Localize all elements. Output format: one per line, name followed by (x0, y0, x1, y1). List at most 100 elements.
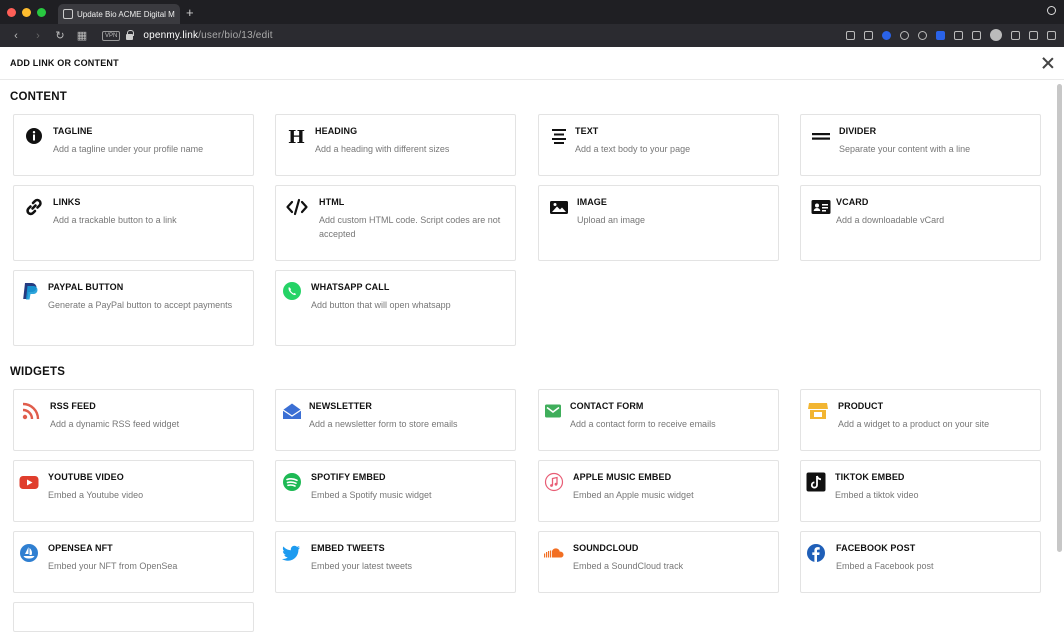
card-title: YOUTUBE VIDEO (48, 472, 124, 482)
close-icon[interactable] (1042, 57, 1054, 69)
forward-arrow-icon[interactable]: › (32, 30, 44, 42)
card-title: RSS FEED (50, 401, 96, 411)
content-card-divider[interactable]: DIVIDER Separate your content with a lin… (800, 114, 1041, 176)
minimize-window-button[interactable] (22, 7, 31, 17)
spotify-icon (282, 472, 302, 492)
card-title: IMAGE (577, 197, 608, 207)
card-title: OPENSEA NFT (48, 543, 113, 553)
card-description: Add custom HTML code. Script codes are n… (319, 215, 501, 239)
envelope-open-icon (282, 401, 302, 421)
new-tab-button[interactable]: + (186, 6, 194, 19)
card-description: Add button that will open whatsapp (311, 300, 451, 310)
close-window-button[interactable] (7, 7, 16, 17)
modal-title: ADD LINK OR CONTENT (10, 58, 119, 68)
contact-form-icon (543, 401, 563, 421)
extension-toolbar (846, 29, 1056, 41)
camera-icon[interactable] (864, 30, 873, 40)
card-title: TIKTOK EMBED (835, 472, 905, 482)
card-description: Add a text body to your page (575, 144, 691, 154)
favicon-icon (63, 9, 73, 19)
content-card-text[interactable]: TEXT Add a text body to your page (538, 114, 779, 176)
content-card-vcard[interactable]: VCARD Add a downloadable vCard (800, 185, 1041, 261)
widget-card-opensea-nft[interactable]: OPENSEA NFT Embed your NFT from OpenSea (13, 531, 254, 593)
card-description: Add a tagline under your profile name (53, 144, 204, 154)
maximize-window-button[interactable] (37, 7, 46, 17)
heart-icon[interactable] (918, 30, 927, 40)
card-description: Add a trackable button to a link (53, 215, 177, 225)
content-card-heading[interactable]: H HEADING Add a heading with different s… (275, 114, 516, 176)
widget-card-facebook-post[interactable]: FACEBOOK POST Embed a Facebook post (800, 531, 1041, 593)
vpn-badge[interactable]: VPN (102, 30, 121, 41)
card-title: PAYPAL BUTTON (48, 282, 124, 292)
card-description: Add a newsletter form to store emails (309, 419, 458, 429)
card-description: Embed your latest tweets (311, 561, 413, 571)
widget-card-contact-form[interactable]: CONTACT FORM Add a contact form to recei… (538, 389, 779, 451)
svg-text:H: H (288, 127, 305, 146)
browser-tab[interactable]: Update Bio ACME Digital Marke (58, 4, 180, 24)
widget-card-youtube-video[interactable]: YOUTUBE VIDEO Embed a Youtube video (13, 460, 254, 522)
content-card-image[interactable]: IMAGE Upload an image (538, 185, 779, 261)
widget-card-rss-feed[interactable]: RSS FEED Add a dynamic RSS feed widget (13, 389, 254, 451)
battery-icon[interactable] (1029, 30, 1038, 40)
link-icon (24, 197, 44, 217)
widget-card-partial[interactable] (13, 602, 254, 632)
widgets-section-title: WIDGETS (10, 366, 66, 378)
card-description: Embed a Spotify music widget (311, 490, 432, 500)
tab-search-icon[interactable] (1047, 6, 1056, 15)
widget-card-tiktok-embed[interactable]: TIKTOK EMBED Embed a tiktok video (800, 460, 1041, 522)
scrollbar[interactable] (1057, 84, 1062, 552)
widget-card-product[interactable]: PRODUCT Add a widget to a product on you… (800, 389, 1041, 451)
card-title: HTML (319, 197, 345, 207)
card-title: DIVIDER (839, 126, 877, 136)
card-title: WHATSAPP CALL (311, 282, 390, 292)
text-align-icon (549, 126, 569, 146)
divider-icon (811, 126, 831, 146)
widget-card-embed-tweets[interactable]: EMBED TWEETS Embed your latest tweets (275, 531, 516, 593)
card-description: Add a heading with different sizes (315, 144, 450, 154)
card-title: SOUNDCLOUD (573, 543, 639, 553)
card-description: Add a contact form to receive emails (570, 419, 716, 429)
wallet-icon[interactable] (954, 30, 963, 40)
paypal-icon (20, 281, 40, 301)
widget-card-spotify-embed[interactable]: SPOTIFY EMBED Embed a Spotify music widg… (275, 460, 516, 522)
cube-icon[interactable] (972, 30, 981, 40)
card-title: TAGLINE (53, 126, 93, 136)
card-description: Add a widget to a product on your site (838, 419, 990, 429)
content-card-links[interactable]: LINKS Add a trackable button to a link (13, 185, 254, 261)
reload-icon[interactable]: ↻ (54, 29, 66, 42)
send-icon[interactable] (900, 30, 909, 40)
tab-grid-icon[interactable]: ▦ (76, 29, 88, 42)
content-card-html[interactable]: HTML Add custom HTML code. Script codes … (275, 185, 516, 261)
widget-card-soundcloud[interactable]: SOUNDCLOUD Embed a SoundCloud track (538, 531, 779, 593)
card-title: HEADING (315, 126, 358, 136)
widget-card-apple-music-embed[interactable]: APPLE MUSIC EMBED Embed an Apple music w… (538, 460, 779, 522)
tab-title: Update Bio ACME Digital Marke (77, 9, 175, 19)
info-icon (24, 126, 44, 146)
download-icon[interactable] (1011, 30, 1020, 40)
card-title: VCARD (836, 197, 869, 207)
card-description: Generate a PayPal button to accept payme… (48, 300, 233, 310)
url-field[interactable]: openmy.link/user/bio/13/edit (143, 30, 272, 41)
content-card-tagline[interactable]: TAGLINE Add a tagline under your profile… (13, 114, 254, 176)
card-description: Embed a tiktok video (835, 490, 919, 500)
extension-icon[interactable] (936, 30, 945, 40)
whatsapp-icon (282, 281, 302, 301)
lock-icon[interactable] (126, 30, 135, 40)
widget-card-newsletter[interactable]: NEWSLETTER Add a newsletter form to stor… (275, 389, 516, 451)
shield-icon[interactable] (882, 30, 891, 40)
card-description: Embed a Youtube video (48, 490, 144, 500)
menu-icon[interactable] (1047, 30, 1056, 40)
store-icon (807, 401, 828, 421)
content-card-paypal-button[interactable]: PAYPAL BUTTON Generate a PayPal button t… (13, 270, 254, 346)
card-description: Embed an Apple music widget (573, 490, 694, 500)
card-description: Embed your NFT from OpenSea (48, 561, 178, 571)
content-card-whatsapp-call[interactable]: WHATSAPP CALL Add button that will open … (275, 270, 516, 346)
back-arrow-icon[interactable]: ‹ (10, 30, 22, 42)
edit-icon[interactable] (846, 30, 855, 40)
window-controls (7, 7, 46, 17)
image-icon (549, 197, 569, 217)
card-title: NEWSLETTER (309, 401, 372, 411)
address-bar: ‹ › ↻ ▦ VPN openmy.link/user/bio/13/edit (0, 24, 1064, 47)
profile-avatar-icon[interactable] (990, 29, 1002, 41)
heading-icon: H (286, 126, 306, 146)
